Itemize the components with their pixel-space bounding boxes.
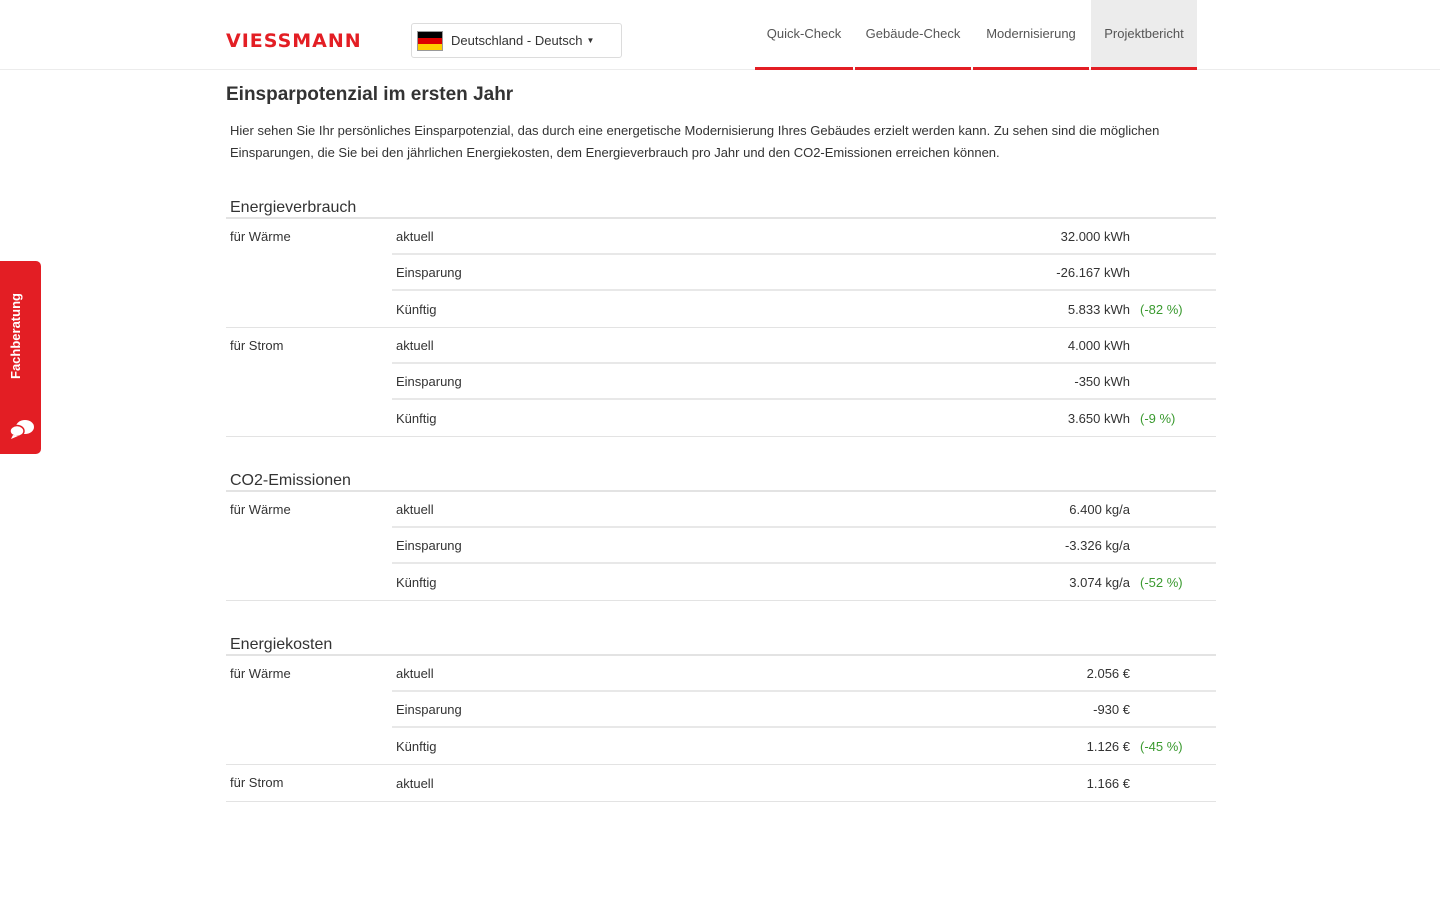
germany-flag-icon: [417, 30, 443, 51]
nav-tab-projektbericht[interactable]: Projektbericht: [1091, 0, 1197, 70]
row-label: Künftig: [396, 410, 437, 426]
section-2: Energiekosten für Wärme aktuell 2.056 € Eins…: [226, 633, 1216, 802]
row-value: 5.833 kWh: [1067, 301, 1130, 317]
row-value: 3.074 kg/a: [1069, 574, 1130, 590]
section-1: CO2-Emissionen für Wärme aktuell 6.400 kg/a…: [226, 469, 1216, 601]
row-value: 1.166 €: [1086, 775, 1130, 791]
table-row: Künftig 5.833 kWh (-82 %): [392, 291, 1216, 327]
row-label: Künftig: [396, 574, 437, 590]
row-value: -3.326 kg/a: [1064, 537, 1130, 553]
table-row: Künftig 3.650 kWh (-9 %): [392, 400, 1216, 436]
viessmann-logo[interactable]: VIESSMANN: [226, 26, 362, 56]
logo-text: VIESSMANN: [226, 30, 362, 52]
group-label: für Wärme: [230, 666, 291, 681]
row-percent: (-45 %): [1140, 738, 1183, 754]
row-percent: (-9 %): [1140, 410, 1176, 426]
group-rows: aktuell 32.000 kWh Einsparung -26.167 kWh Kü…: [392, 219, 1216, 327]
section-title: CO2-Emissionen: [226, 469, 1216, 492]
group-rows: aktuell 1.166 €: [392, 765, 1216, 801]
group: für Strom aktuell 4.000 kWh Einsparung -350 …: [226, 328, 1216, 437]
nav-tab-quick-check[interactable]: Quick-Check: [755, 0, 853, 70]
language-selector[interactable]: Deutschland - Deutsch ▼: [411, 23, 622, 58]
row-value: -350 kWh: [1074, 373, 1130, 389]
top-header: VIESSMANN Deutschland - Deutsch ▼ Quick-…: [0, 0, 1440, 70]
row-percent: (-82 %): [1140, 301, 1183, 317]
row-label: Künftig: [396, 738, 437, 754]
chat-bubbles-icon: [9, 420, 34, 439]
group: für Strom aktuell 1.166 €: [226, 765, 1216, 802]
table-row: Einsparung -930 €: [392, 692, 1216, 728]
row-label: aktuell: [396, 337, 434, 353]
group-label: für Strom: [230, 775, 284, 790]
row-value: -26.167 kWh: [1056, 264, 1130, 280]
row-value: 2.056 €: [1086, 665, 1130, 681]
row-value: 4.000 kWh: [1067, 337, 1130, 353]
row-label: aktuell: [396, 665, 434, 681]
group: für Wärme aktuell 32.000 kWh Einsparung -26.…: [226, 219, 1216, 328]
section-title: Energieverbrauch: [226, 196, 1216, 219]
group-label: für Wärme: [230, 502, 291, 517]
intro-text: Hier sehen Sie Ihr persönliches Einsparp…: [230, 123, 1160, 160]
row-value: 6.400 kg/a: [1069, 501, 1130, 517]
caret-down-icon: ▼: [586, 36, 595, 45]
section-title: Energiekosten: [226, 633, 1216, 656]
main-nav: Quick-Check Gebäude-Check Modernisierung…: [755, 0, 1197, 70]
row-value: 32.000 kWh: [1060, 228, 1130, 244]
group-rows: aktuell 4.000 kWh Einsparung -350 kWh Künfti…: [392, 328, 1216, 436]
row-label: aktuell: [396, 501, 434, 517]
row-value: 1.126 €: [1086, 738, 1130, 754]
group-rows: aktuell 6.400 kg/a Einsparung -3.326 kg/a Kü…: [392, 492, 1216, 600]
row-label: aktuell: [396, 228, 434, 244]
table-row: Einsparung -350 kWh: [392, 364, 1216, 400]
table-row: aktuell 2.056 €: [392, 656, 1216, 692]
table-row: aktuell 6.400 kg/a: [392, 492, 1216, 528]
nav-tab-modernisierung[interactable]: Modernisierung: [973, 0, 1089, 70]
row-label: Einsparung: [396, 373, 462, 389]
section-0: Energieverbrauch für Wärme aktuell 32.000 k…: [226, 196, 1216, 437]
table-row: aktuell 1.166 €: [392, 765, 1216, 801]
nav-tab-gebaeude-check[interactable]: Gebäude-Check: [855, 0, 971, 70]
row-percent: (-52 %): [1140, 574, 1183, 590]
group-rows: aktuell 2.056 € Einsparung -930 € Künftig 1.1…: [392, 656, 1216, 764]
group: für Wärme aktuell 6.400 kg/a Einsparung -3.3…: [226, 492, 1216, 601]
savings-sections: Energieverbrauch für Wärme aktuell 32.000 k…: [226, 196, 1216, 802]
row-label: Künftig: [396, 301, 437, 317]
table-row: aktuell 4.000 kWh: [392, 328, 1216, 364]
table-row: Künftig 3.074 kg/a (-52 %): [392, 564, 1216, 600]
fachberatung-label: Fachberatung: [8, 293, 23, 379]
table-row: Einsparung -3.326 kg/a: [392, 528, 1216, 564]
language-label: Deutschland - Deutsch: [451, 33, 583, 48]
row-label: aktuell: [396, 775, 434, 791]
main-content: Einsparpotenzial im ersten Jahr Hier seh…: [226, 82, 1216, 802]
group-label: für Wärme: [230, 229, 291, 244]
group-label: für Strom: [230, 338, 284, 353]
table-row: Einsparung -26.167 kWh: [392, 255, 1216, 291]
row-label: Einsparung: [396, 701, 462, 717]
group: für Wärme aktuell 2.056 € Einsparung -930 € K…: [226, 656, 1216, 765]
row-value: 3.650 kWh: [1067, 410, 1130, 426]
row-label: Einsparung: [396, 264, 462, 280]
table-row: aktuell 32.000 kWh: [392, 219, 1216, 255]
table-row: Künftig 1.126 € (-45 %): [392, 728, 1216, 764]
row-label: Einsparung: [396, 537, 462, 553]
row-value: -930 €: [1093, 701, 1130, 717]
page-title: Einsparpotenzial im ersten Jahr: [226, 84, 514, 105]
